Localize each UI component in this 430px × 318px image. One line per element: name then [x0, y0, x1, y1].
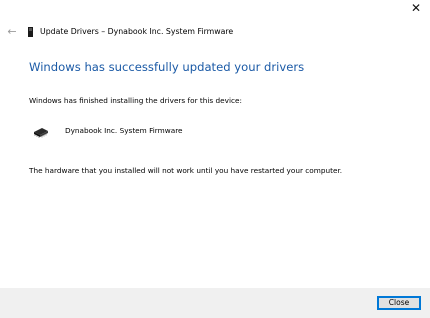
update-drivers-window: ✕ ← Update Drivers – Dynabook Inc. Syste… [0, 0, 430, 318]
page-heading: Windows has successfully updated your dr… [29, 60, 305, 74]
close-button[interactable]: Close [377, 296, 421, 310]
close-window-icon[interactable]: ✕ [402, 1, 430, 15]
device-name: Dynabook Inc. System Firmware [65, 126, 183, 135]
device-icon [28, 27, 33, 37]
restart-notice: The hardware that you installed will not… [29, 166, 343, 175]
finished-installing-text: Windows has finished installing the driv… [29, 96, 242, 105]
back-arrow-icon[interactable]: ← [5, 26, 19, 38]
window-title: Update Drivers – Dynabook Inc. System Fi… [40, 27, 234, 36]
dialog-footer: Close [0, 288, 430, 318]
chip-icon [34, 128, 48, 138]
